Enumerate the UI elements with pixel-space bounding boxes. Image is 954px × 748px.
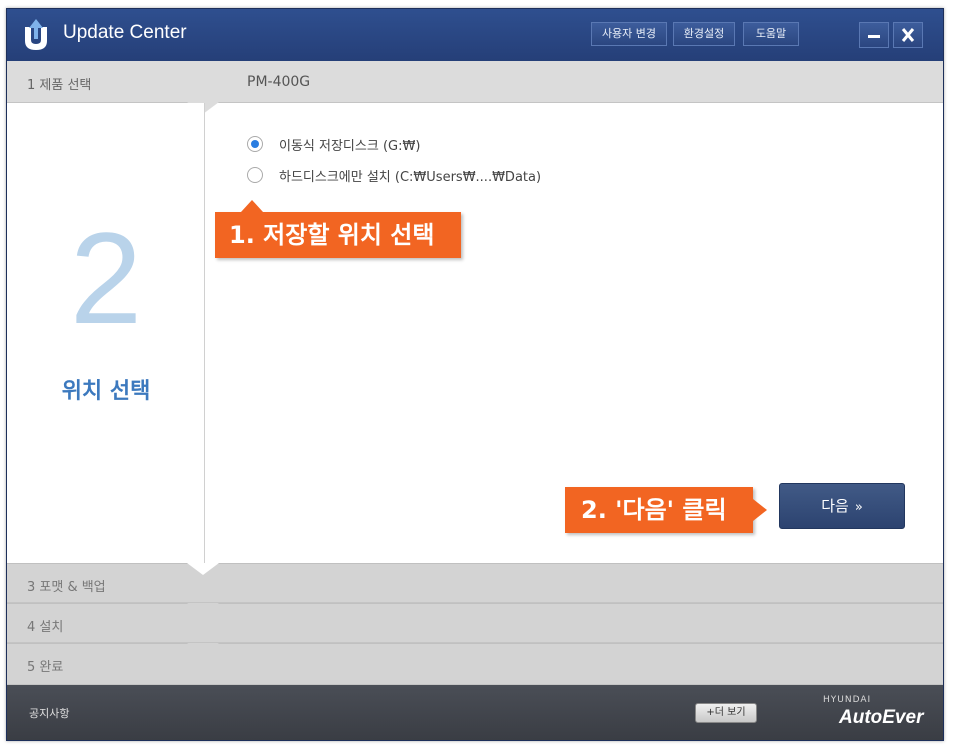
double-chevron-down-icon: » (854, 500, 863, 515)
selected-product: PM-400G (247, 74, 311, 90)
more-button[interactable]: +더 보기 (695, 703, 757, 723)
step-format-backup[interactable]: 3 포맷 & 백업 (7, 563, 943, 603)
step3-label: 3 포맷 & 백업 (27, 580, 106, 595)
step4-label: 4 설치 (27, 620, 64, 635)
change-user-button[interactable]: 사용자 변경 (591, 22, 667, 46)
notice-label: 공지사항 (29, 707, 70, 720)
brand-logo-top: HYUNDAI (823, 695, 872, 705)
title-bar: Update Center 사용자 변경 환경설정 도움말 (7, 9, 943, 61)
footer-bar: 공지사항 +더 보기 HYUNDAI AutoEver (7, 685, 943, 740)
option-label: 이동식 저장디스크 (G:₩) (279, 138, 421, 154)
minimize-icon (868, 35, 880, 38)
app-title-suffix: Center (124, 22, 187, 43)
option-hard-disk[interactable]: 하드디스크에만 설치 (C:₩Users₩....₩Data) (247, 164, 541, 186)
step5-label: 5 완료 (27, 660, 64, 675)
callout-click-next: 2. '다음' 클릭 (565, 487, 767, 533)
step-divider-notch (187, 643, 219, 655)
step-install[interactable]: 4 설치 (7, 603, 943, 643)
help-button[interactable]: 도움말 (743, 22, 799, 46)
option-removable-disk[interactable]: 이동식 저장디스크 (G:₩) (247, 133, 420, 155)
app-title-prefix: Update (63, 22, 125, 43)
app-title: Update Center (63, 22, 187, 44)
callout-select-location: 1. 저장할 위치 선택 (215, 200, 461, 258)
next-button-label: 다음 (821, 497, 849, 515)
step-complete[interactable]: 5 완료 (7, 643, 943, 685)
brand-logo: AutoEver (839, 707, 924, 728)
settings-button[interactable]: 환경설정 (673, 22, 735, 46)
step-product-select[interactable]: 1 제품 선택 PM-400G (7, 61, 943, 114)
update-logo-icon (25, 19, 47, 50)
close-icon (901, 28, 915, 42)
close-button[interactable] (893, 22, 923, 48)
current-step-number: 2 (69, 205, 143, 351)
minimize-button[interactable] (859, 22, 889, 48)
update-center-window: Update Center 사용자 변경 환경설정 도움말 1 제품 선택 PM… (6, 8, 944, 741)
step-pointer (187, 563, 219, 575)
next-button[interactable]: 다음 » (779, 483, 905, 529)
radio-selected-icon[interactable] (247, 136, 263, 152)
step1-label: 1 제품 선택 (27, 78, 92, 93)
option-label: 하드디스크에만 설치 (C:₩Users₩....₩Data) (279, 169, 542, 185)
current-step-panel: 2 위치 선택 (7, 103, 205, 563)
radio-unselected-icon[interactable] (247, 167, 263, 183)
current-step-title: 위치 선택 (61, 379, 151, 404)
step-divider-notch (187, 603, 219, 615)
